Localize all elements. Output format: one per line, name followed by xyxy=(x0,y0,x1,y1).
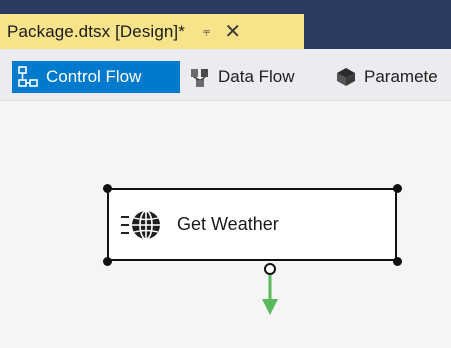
data-flow-icon xyxy=(191,69,208,87)
document-tab-title: Package.dtsx [Design]* xyxy=(7,21,185,41)
pin-icon[interactable]: ⫧ xyxy=(203,24,210,40)
tab-parameters-label: Paramete xyxy=(364,67,438,86)
tab-data-flow[interactable]: Data Flow xyxy=(188,61,295,93)
parameters-icon xyxy=(337,68,355,86)
title-bar: Package.dtsx [Design]* ⫧ ✕ xyxy=(0,0,451,49)
designer-toolbar: Control Flow Data Flow Paramete xyxy=(0,49,451,100)
design-canvas[interactable]: Get Weather xyxy=(0,100,451,348)
document-tab[interactable]: Package.dtsx [Design]* ⫧ ✕ xyxy=(0,14,304,49)
tab-parameters[interactable]: Paramete xyxy=(334,61,438,93)
tab-control-flow-label: Control Flow xyxy=(46,67,142,86)
tab-control-flow[interactable]: Control Flow xyxy=(12,61,180,93)
close-icon[interactable]: ✕ xyxy=(224,22,241,42)
control-flow-icon xyxy=(18,66,38,87)
tab-data-flow-label: Data Flow xyxy=(218,67,295,86)
precedence-constraint-arrow[interactable] xyxy=(0,101,451,348)
